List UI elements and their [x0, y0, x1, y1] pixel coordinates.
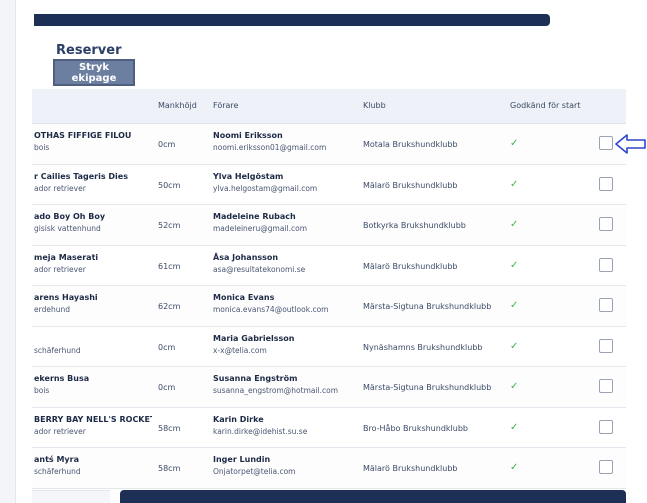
select-checkbox[interactable]	[599, 298, 613, 312]
header-mankhojd[interactable]: Mankhöjd	[158, 101, 197, 110]
header-forare[interactable]: Förare	[213, 101, 238, 110]
club-name: Mälarö Brukshundklubb	[363, 464, 458, 473]
dog-height: 0cm	[158, 342, 176, 352]
handler-name: Monica Evans	[213, 293, 275, 302]
club-name: Märsta-Sigtuna Brukshundklubb	[363, 302, 492, 311]
handler-name: Susanna Engström	[213, 374, 298, 383]
dog-height: 61cm	[158, 261, 181, 271]
checkmark-icon: ✓	[510, 462, 519, 473]
reserve-table-body: OTHAS FIFFIGE FILOU bois 0cm Noomi Eriks…	[32, 124, 626, 489]
dog-name: ado Boy Oh Boy	[34, 212, 106, 221]
select-checkbox[interactable]	[599, 217, 613, 231]
table-row[interactable]: antś Myra schäferhund 58cm Inger Lundin …	[32, 448, 626, 489]
dog-breed: bois	[34, 143, 50, 152]
table-row[interactable]: schäferhund 0cm Maria Gabrielsson x-x@te…	[32, 326, 626, 367]
reserve-panel: Reserver Stryk ekipage Mankhöjd Förare K…	[32, 0, 626, 503]
stryk-ekipage-button[interactable]: Stryk ekipage	[53, 59, 135, 86]
handler-name: Åsa Johansson	[213, 252, 279, 262]
section-title: Reserver	[56, 43, 122, 58]
checkmark-icon: ✓	[510, 340, 519, 352]
table-header: Mankhöjd Förare Klubb Godkänd för start	[32, 89, 626, 124]
dog-height: 58cm	[158, 464, 181, 473]
dog-breed: ador retriever	[34, 264, 86, 274]
dog-breed: erdehund	[34, 305, 70, 314]
handler-name: Inger Lundin	[213, 455, 271, 464]
bottom-left-tab	[32, 490, 110, 503]
left-rail	[0, 0, 16, 503]
dog-breed: gisisk vattenhund	[34, 224, 101, 233]
header-godkand[interactable]: Godkänd för start	[510, 101, 580, 110]
handler-name: Noomi Eriksson	[213, 131, 283, 140]
dog-height: 52cm	[158, 221, 181, 230]
dog-height: 58cm	[158, 423, 181, 433]
club-name: Mälarö Brukshundklubb	[363, 180, 458, 190]
table-row[interactable]: OTHAS FIFFIGE FILOU bois 0cm Noomi Eriks…	[32, 124, 626, 165]
arrow-left-outline-icon	[615, 134, 646, 154]
dog-breed: schäferhund	[34, 345, 81, 355]
dog-height: 50cm	[158, 180, 181, 190]
dog-height: 62cm	[158, 302, 181, 311]
dog-name: OTHAS FIFFIGE FILOU	[34, 131, 132, 140]
handler-email: ylva.helgostam@gmail.com	[213, 183, 318, 193]
dog-breed: bois	[34, 386, 50, 395]
handler-name: Ylva Helgöstam	[213, 171, 284, 181]
club-name: Botkyrka Brukshundklubb	[363, 221, 466, 230]
select-checkbox[interactable]	[599, 379, 613, 393]
table-row[interactable]: arens Hayashi erdehund 62cm Monica Evans…	[32, 286, 626, 327]
handler-email: karin.dirke@idehist.su.se	[213, 426, 308, 436]
dog-name: ekerns Busa	[34, 374, 90, 383]
select-checkbox[interactable]	[599, 176, 613, 191]
table-row[interactable]: r Cailies Tageris Dies ador retriever 50…	[32, 164, 626, 205]
club-name: Märsta-Sigtuna Brukshundklubb	[363, 383, 492, 392]
dog-height: 0cm	[158, 383, 176, 392]
handler-email: susanna_engstrom@hotmail.com	[213, 386, 339, 395]
dog-name: r Cailies Tageris Dies	[34, 171, 128, 181]
checkmark-icon: ✓	[510, 219, 519, 230]
club-name: Mälarö Brukshundklubb	[363, 261, 458, 271]
handler-email: asa@resultatekonomi.se	[213, 264, 306, 274]
handler-name: Madeleine Rubach	[213, 212, 296, 221]
handler-email: noomi.eriksson01@gmail.com	[213, 143, 327, 152]
select-checkbox[interactable]	[599, 136, 613, 150]
select-checkbox[interactable]	[599, 419, 613, 434]
header-klubb[interactable]: Klubb	[363, 101, 386, 110]
checkmark-icon: ✓	[510, 421, 519, 433]
club-name: Bro-Håbo Brukshundklubb	[363, 423, 468, 433]
checkmark-icon: ✓	[510, 178, 519, 190]
handler-email: x-x@telia.com	[213, 345, 267, 355]
dog-breed: ador retriever	[34, 183, 86, 193]
handler-name: Maria Gabrielsson	[213, 333, 295, 343]
handler-email: Onjatorpet@telia.com	[213, 467, 296, 476]
select-checkbox[interactable]	[599, 338, 613, 353]
club-name: Nynäshamns Brukshundklubb	[363, 342, 483, 352]
dog-breed: schäferhund	[34, 467, 81, 476]
checkmark-icon: ✓	[510, 300, 519, 311]
dog-name: meja Maserati	[34, 252, 99, 262]
select-checkbox[interactable]	[599, 460, 613, 474]
table-row[interactable]: ekerns Busa bois 0cm Susanna Engström su…	[32, 367, 626, 408]
handler-email: monica.evans74@outlook.com	[213, 305, 329, 314]
dog-name: arens Hayashi	[34, 293, 98, 302]
handler-email: madeleineru@gmail.com	[213, 224, 307, 233]
handler-name: Karin Dirke	[213, 414, 264, 424]
dog-name: antś Myra	[34, 455, 79, 464]
table-row[interactable]: BERRY BAY NELL'S ROCKET ador retriever 5…	[32, 407, 626, 448]
select-checkbox[interactable]	[599, 257, 613, 272]
club-name: Motala Brukshundklubb	[363, 140, 458, 149]
table-row[interactable]: meja Maserati ador retriever 61cm Åsa Jo…	[32, 245, 626, 286]
checkmark-icon: ✓	[510, 259, 519, 271]
dog-name: BERRY BAY NELL'S ROCKET	[34, 414, 152, 424]
dog-height: 0cm	[158, 140, 176, 149]
checkmark-icon: ✓	[510, 381, 519, 392]
dog-breed: ador retriever	[34, 426, 86, 436]
top-header-bar	[34, 14, 550, 26]
table-row[interactable]: ado Boy Oh Boy gisisk vattenhund 52cm Ma…	[32, 205, 626, 246]
checkmark-icon: ✓	[510, 138, 519, 149]
bottom-scrollbar[interactable]	[120, 490, 626, 503]
